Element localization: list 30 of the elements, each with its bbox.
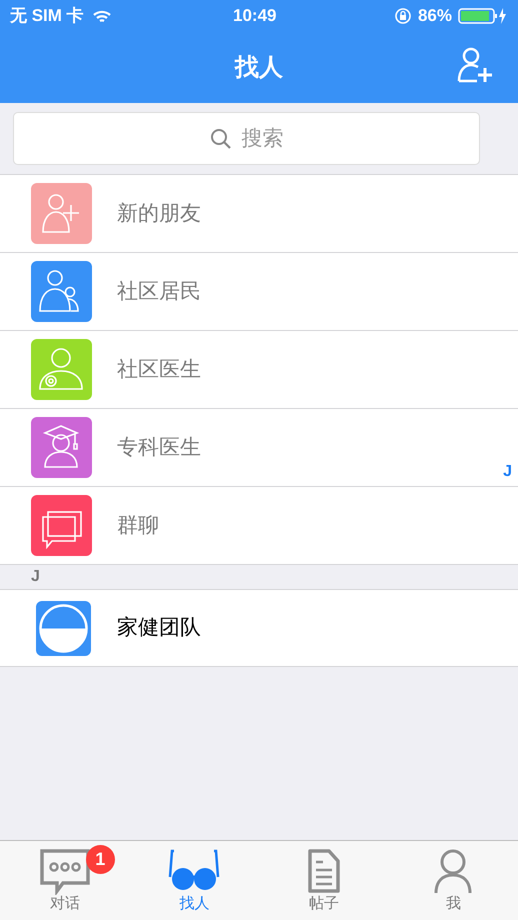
index-letter[interactable]: J <box>503 460 512 484</box>
tab[interactable]: 帖子 <box>259 841 388 920</box>
section-header: J <box>31 567 40 587</box>
item-label: 新的朋友 <box>117 200 201 227</box>
contact-name: 家健团队 <box>117 615 201 642</box>
tab[interactable]: 我 <box>388 841 518 920</box>
list-item[interactable]: 新的朋友 <box>0 175 518 253</box>
chat-bubble-icon <box>38 847 91 895</box>
rotation-lock-icon <box>394 7 412 25</box>
unread-badge: 1 <box>86 845 115 874</box>
item-label: 社区医生 <box>117 356 201 383</box>
item-label: 专科医生 <box>117 434 201 461</box>
battery-percent: 86% <box>418 5 452 28</box>
item-label: 群聊 <box>117 512 159 539</box>
contact-item[interactable]: 家健团队 <box>0 590 518 667</box>
battery-charging-icon <box>458 7 508 25</box>
search-field[interactable]: 搜索 <box>13 112 480 165</box>
page-title: 找人 <box>235 52 283 82</box>
half-circle-icon <box>36 600 91 656</box>
search-icon <box>210 128 232 150</box>
list-item[interactable]: 社区医生 <box>0 331 518 409</box>
search-placeholder: 搜索 <box>242 126 284 152</box>
list-item[interactable]: 社区居民 <box>0 253 518 331</box>
add-person-icon[interactable] <box>456 46 494 84</box>
clock-text: 10:49 <box>233 5 276 28</box>
wifi-icon <box>92 8 112 24</box>
item-label: 社区居民 <box>117 278 201 305</box>
tab[interactable]: 1 对话 <box>0 841 130 920</box>
carrier-text: 无 SIM 卡 <box>10 5 84 28</box>
tab[interactable]: 找人 <box>130 841 259 920</box>
